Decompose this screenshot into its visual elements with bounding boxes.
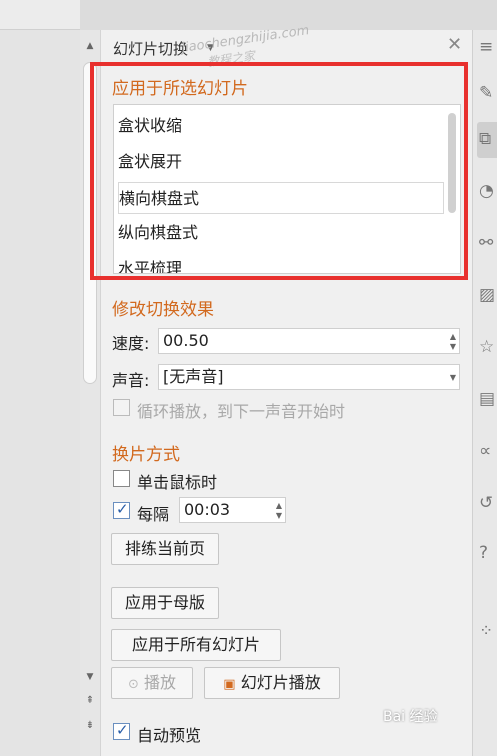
sound-value: [无声音] <box>163 367 224 386</box>
slide-transition-panel: 幻灯片切换 ▼ jiaochengzhijia.com 教程之家 ✕ 应用于所选… <box>100 23 473 756</box>
apply-all-button[interactable]: 应用于所有幻灯片 <box>111 629 281 661</box>
help-icon[interactable]: ? <box>479 542 497 564</box>
slideshow-icon: ▣ <box>223 677 236 692</box>
every-time-input[interactable]: 00:03 ▲ ▼ <box>179 497 286 523</box>
modify-section-title: 修改切换效果 <box>112 300 214 320</box>
on-click-label: 单击鼠标时 <box>137 473 218 492</box>
apply-master-button[interactable]: 应用于母版 <box>111 587 219 619</box>
slide-area-topbar <box>0 0 80 30</box>
every-time-value: 00:03 <box>184 500 231 519</box>
speed-value: 00.50 <box>163 331 209 350</box>
calendar-icon[interactable]: ▤ <box>479 388 497 410</box>
screen: ▲ ▼ ⇞ ⇟ 幻灯片切换 ▼ jiaochengzhijia.com 教程之家… <box>0 0 497 756</box>
panel-header: 幻灯片切换 ▼ jiaochengzhijia.com 教程之家 ✕ <box>101 23 473 69</box>
close-icon[interactable]: ✕ <box>447 36 462 54</box>
effect-item[interactable]: 盒状展开 <box>118 146 444 178</box>
every-checkbox[interactable]: ✓ <box>113 500 130 519</box>
rehearse-button[interactable]: 排练当前页 <box>111 533 219 565</box>
play-label: 播放 <box>143 673 176 692</box>
share-icon[interactable]: ∝ <box>479 440 497 462</box>
spin-up-icon[interactable]: ▲ <box>450 332 456 341</box>
effect-item[interactable]: 盒状收缩 <box>118 110 444 142</box>
play-icon: ⊙ <box>127 677 139 692</box>
panel-scrollbar[interactable]: ▲ ▼ ⇞ ⇟ <box>80 30 100 756</box>
scrollbar-thumb[interactable] <box>83 62 97 384</box>
menu-icon[interactable]: ≡ <box>479 36 497 58</box>
sound-label: 声音: <box>112 371 150 390</box>
auto-preview-label: 自动预览 <box>137 726 202 745</box>
slideshow-label: 幻灯片播放 <box>240 673 321 692</box>
image-icon[interactable]: ▨ <box>479 284 497 306</box>
checkmark-icon: ✓ <box>116 721 129 739</box>
scroll-page-down-icon[interactable]: ⇟ <box>84 720 96 732</box>
play-button[interactable]: ⊙ 播放 <box>111 667 193 699</box>
refresh-icon[interactable]: ↺ <box>479 492 497 514</box>
shape-icon[interactable]: ◔ <box>479 180 497 202</box>
sound-select[interactable]: [无声音] ▼ <box>158 364 460 390</box>
spin-down-icon[interactable]: ▼ <box>276 511 282 520</box>
scroll-up-icon[interactable]: ▲ <box>84 40 96 52</box>
effect-list[interactable]: 盒状收缩 盒状展开 横向棋盘式 纵向棋盘式 水平梳理 <box>113 104 461 274</box>
speed-label: 速度: <box>112 334 150 353</box>
baidu-watermark: Bai 经验 <box>383 709 438 725</box>
apply-section-title: 应用于所选幻灯片 <box>112 79 248 99</box>
auto-preview-checkbox[interactable]: ✓ <box>113 721 130 740</box>
star-icon[interactable]: ☆ <box>479 336 497 358</box>
effect-item[interactable]: 水平梳理 <box>118 253 444 273</box>
effect-item[interactable]: 纵向棋盘式 <box>118 217 444 249</box>
advance-section-title: 换片方式 <box>112 445 180 465</box>
loop-checkbox[interactable] <box>113 399 130 416</box>
effect-item-selected[interactable]: 横向棋盘式 <box>118 182 444 214</box>
link-icon[interactable]: ⚯ <box>479 232 497 254</box>
scroll-down-icon[interactable]: ▼ <box>84 671 96 683</box>
transition-icon[interactable]: ⧉ <box>479 128 497 150</box>
every-label: 每隔 <box>137 505 170 524</box>
chevron-down-icon[interactable]: ▼ <box>450 373 456 382</box>
right-toolbar: ≡ ✎ ⧉ ◔ ⚯ ▨ ☆ ▤ ∝ ↺ ? ⁘ <box>472 30 497 756</box>
on-click-checkbox[interactable] <box>113 470 130 487</box>
checkmark-icon: ✓ <box>116 500 129 518</box>
grid-icon[interactable]: ⁘ <box>479 620 497 642</box>
scroll-page-up-icon[interactable]: ⇞ <box>84 695 96 707</box>
slideshow-button[interactable]: ▣ 幻灯片播放 <box>204 667 340 699</box>
effect-list-scrollbar[interactable] <box>448 113 456 213</box>
pen-icon[interactable]: ✎ <box>479 82 497 104</box>
loop-label: 循环播放，到下一声音开始时 <box>137 402 346 421</box>
speed-input[interactable]: 00.50 ▲ ▼ <box>158 328 460 354</box>
spin-down-icon[interactable]: ▼ <box>450 342 456 351</box>
slide-area <box>0 0 80 756</box>
spin-up-icon[interactable]: ▲ <box>276 501 282 510</box>
panel-title[interactable]: 幻灯片切换 <box>113 38 188 59</box>
